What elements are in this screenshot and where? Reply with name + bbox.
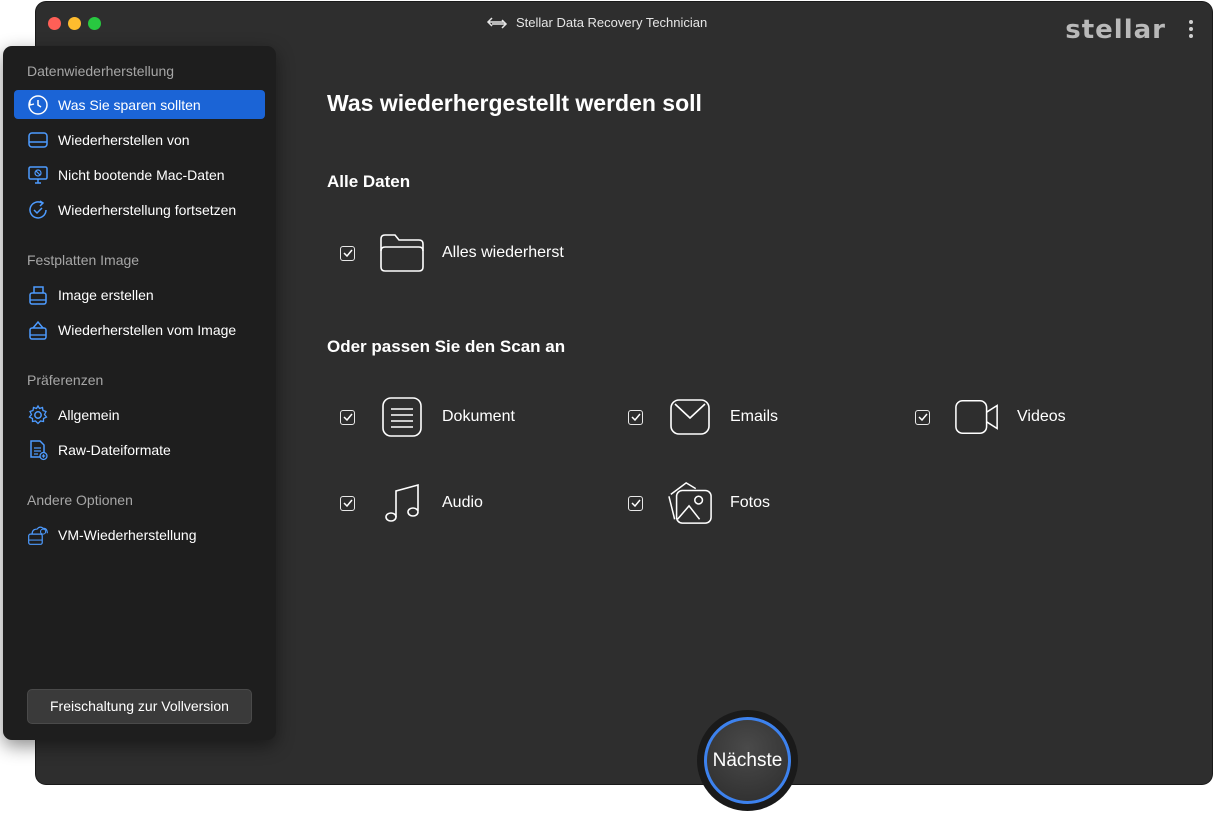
option-photos[interactable]: Fotos <box>615 480 770 526</box>
option-audio-label: Audio <box>442 494 483 511</box>
section-disk-image: Festplatten Image <box>27 252 140 268</box>
sidebar-item-label: VM-Wiederherstellung <box>58 526 197 543</box>
option-all-label: Alles wiederherst <box>442 244 564 261</box>
minimize-window-button[interactable] <box>68 17 81 30</box>
drive-icon <box>27 129 49 151</box>
title-bar: Stellar Data Recovery Technician stellar <box>36 2 1212 46</box>
sidebar-item-recover-from[interactable]: Wiederherstellen von <box>14 125 265 154</box>
sidebar-item-general[interactable]: Allgemein <box>14 400 265 429</box>
checkbox-emails[interactable] <box>628 409 643 425</box>
sidebar-item-label: Wiederherstellen vom Image <box>58 321 237 338</box>
checkbox-document[interactable] <box>340 409 355 425</box>
page-title: Was wiederhergestellt werden soll <box>327 90 702 116</box>
photos-icon <box>667 480 713 526</box>
option-document[interactable]: Dokument <box>327 394 515 440</box>
all-data-heading: Alle Daten <box>327 172 411 191</box>
checkbox-all[interactable] <box>340 245 355 261</box>
back-arrow-icon[interactable] <box>486 16 508 30</box>
window-title-text: Stellar Data Recovery Technician <box>516 15 708 30</box>
option-document-label: Dokument <box>442 408 515 425</box>
option-photos-label: Fotos <box>730 494 771 511</box>
more-options-icon[interactable] <box>1188 20 1194 40</box>
restore-image-icon <box>27 319 49 341</box>
sidebar-item-non-booting-mac[interactable]: Nicht bootende Mac-Daten <box>14 160 265 189</box>
section-preferences: Präferenzen <box>27 372 104 388</box>
sidebar-item-label: Image erstellen <box>58 286 154 303</box>
option-emails[interactable]: Emails <box>615 394 778 440</box>
option-all[interactable]: Alles wiederherst <box>327 230 564 276</box>
raw-file-icon <box>27 439 49 461</box>
vm-icon <box>27 524 49 546</box>
close-window-button[interactable] <box>48 17 61 30</box>
sidebar-item-label: Nicht bootende Mac-Daten <box>58 166 225 183</box>
sidebar-item-vm-recovery[interactable]: VM-Wiederherstellung <box>14 520 265 549</box>
sidebar-item-raw-formats[interactable]: Raw-Dateiformate <box>14 435 265 464</box>
sidebar-item-label: Allgemein <box>58 406 120 423</box>
stellar-logo: stellar <box>1065 15 1166 45</box>
sidebar-item-label: Raw-Dateiformate <box>58 441 171 458</box>
option-audio[interactable]: Audio <box>327 480 483 526</box>
sidebar: Datenwiederherstellung Was Sie sparen so… <box>3 46 276 740</box>
option-emails-label: Emails <box>730 408 779 425</box>
sidebar-item-label: Wiederherstellung fortsetzen <box>58 201 237 218</box>
section-data-recovery: Datenwiederherstellung <box>27 63 175 79</box>
folder-icon <box>379 230 425 276</box>
option-videos[interactable]: Videos <box>902 394 1066 440</box>
video-icon <box>954 394 1000 440</box>
section-other-options: Andere Optionen <box>27 492 133 508</box>
custom-scan-heading: Oder passen Sie den Scan an <box>327 337 566 356</box>
restore-clock-icon <box>27 94 49 116</box>
sidebar-item-what-to-recover[interactable]: Was Sie sparen sollten <box>14 90 265 119</box>
next-button-wrap: Nächste <box>697 710 798 811</box>
unlock-full-version-button[interactable]: Freischaltung zur Vollversion <box>27 689 252 724</box>
checkbox-photos[interactable] <box>628 495 643 511</box>
zoom-window-button[interactable] <box>88 17 101 30</box>
sidebar-item-create-image[interactable]: Image erstellen <box>14 280 265 309</box>
resume-icon <box>27 199 49 221</box>
option-videos-label: Videos <box>1017 408 1066 425</box>
sidebar-item-label: Wiederherstellen von <box>58 131 190 148</box>
checkbox-videos[interactable] <box>915 409 930 425</box>
next-button[interactable]: Nächste <box>704 717 791 804</box>
monitor-icon <box>27 164 49 186</box>
gear-icon <box>27 404 49 426</box>
sidebar-item-resume-recovery[interactable]: Wiederherstellung fortsetzen <box>14 195 265 224</box>
sidebar-item-restore-image[interactable]: Wiederherstellen vom Image <box>14 315 265 344</box>
create-image-icon <box>27 284 49 306</box>
window-title: Stellar Data Recovery Technician <box>486 15 707 30</box>
email-icon <box>667 394 713 440</box>
sidebar-item-label: Was Sie sparen sollten <box>58 96 201 113</box>
checkbox-audio[interactable] <box>340 495 355 511</box>
document-icon <box>379 394 425 440</box>
audio-icon <box>379 480 425 526</box>
